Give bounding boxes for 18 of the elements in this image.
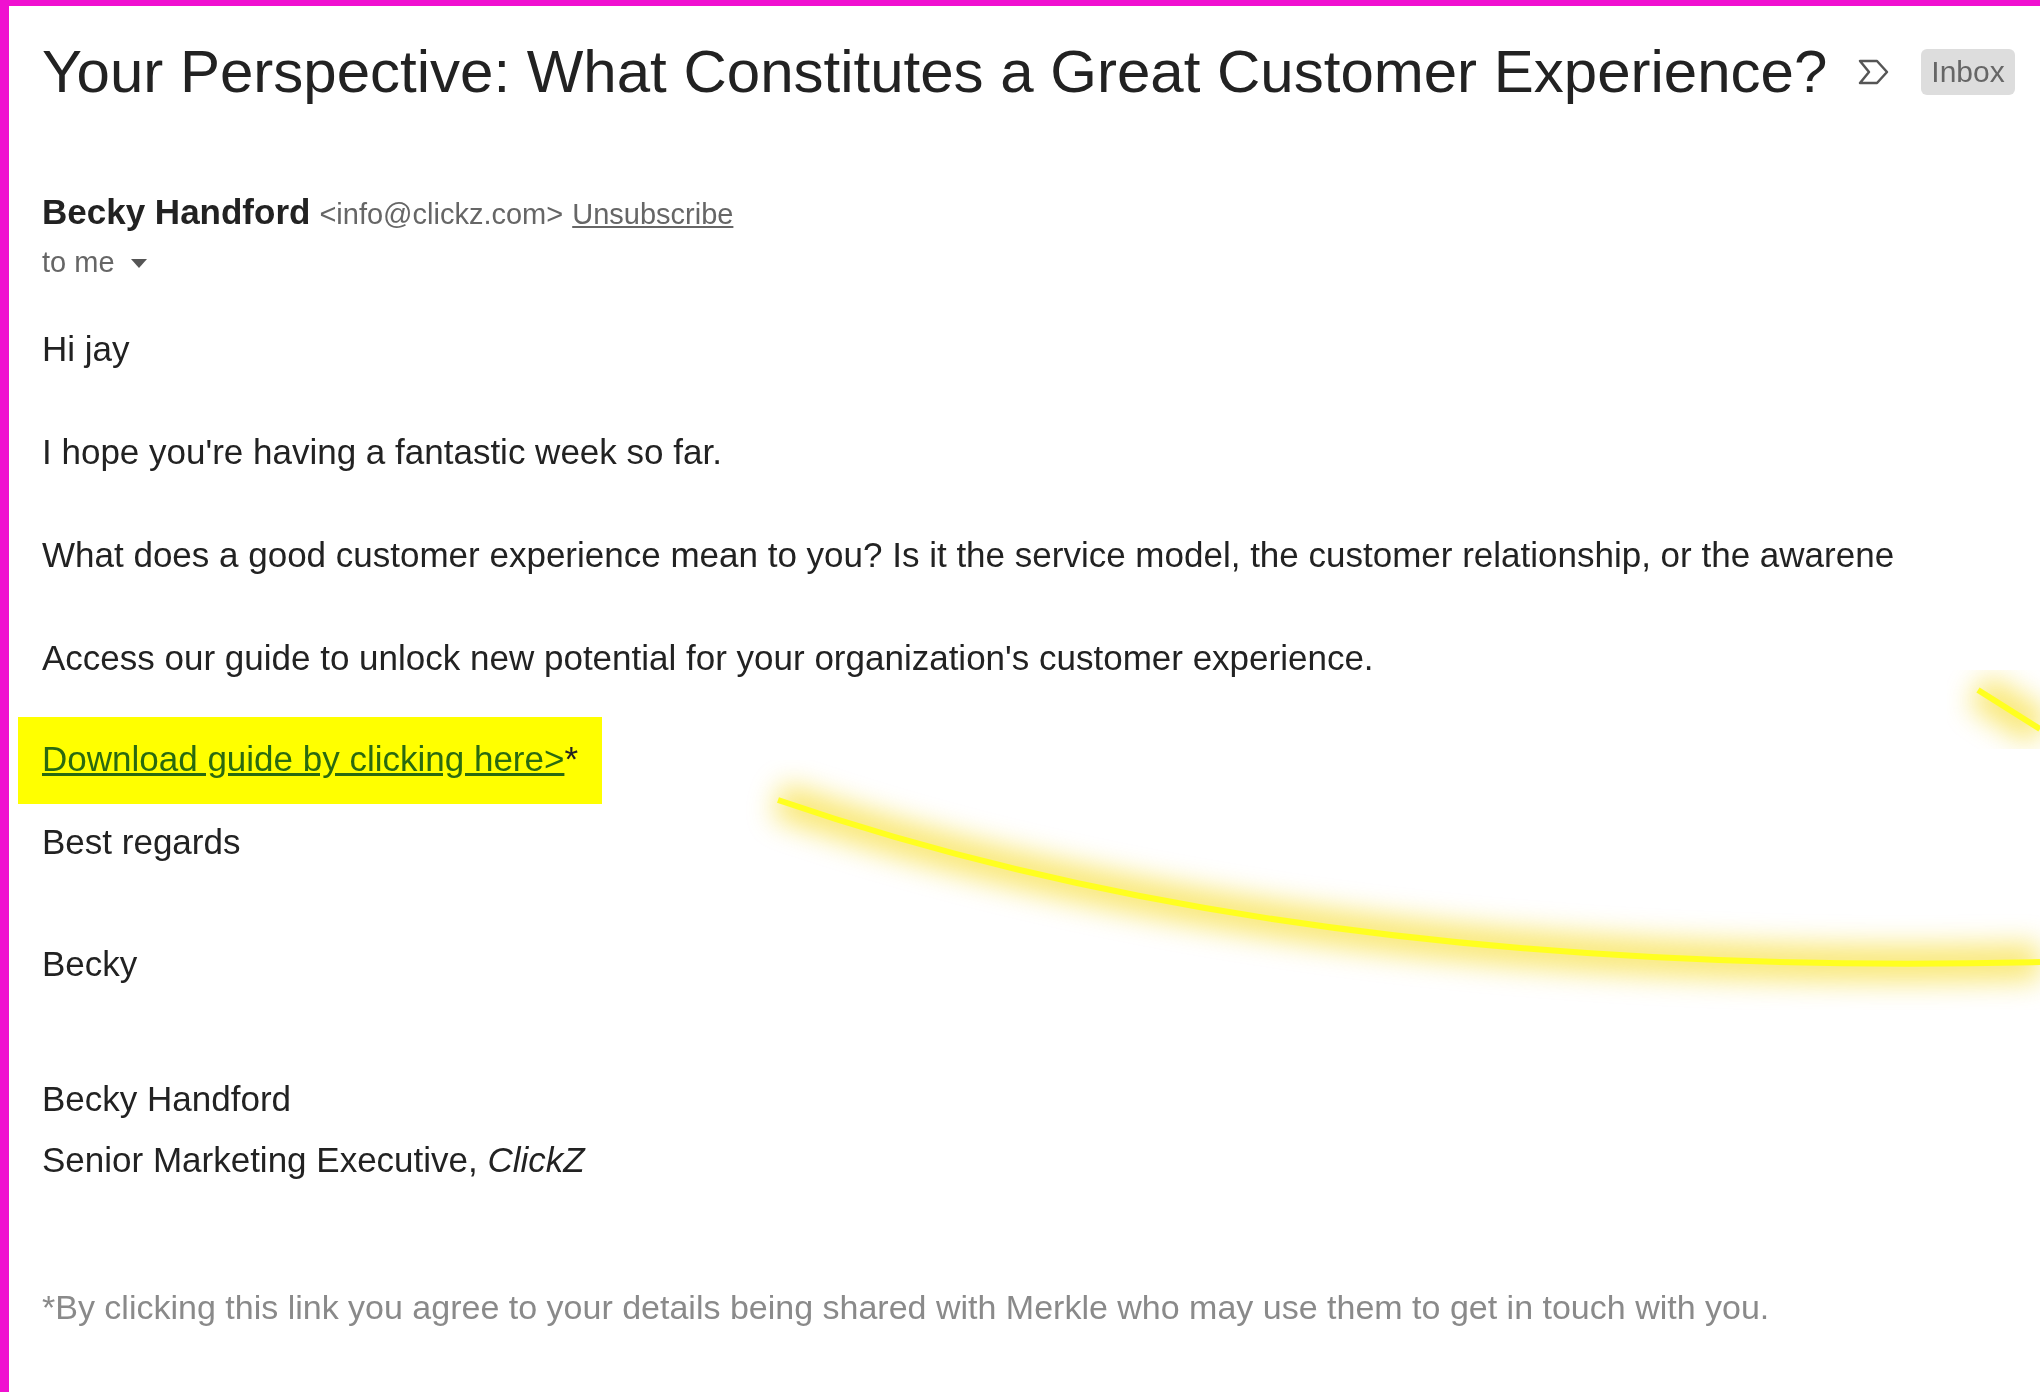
sender-address: <info@clickz.com> <box>319 198 564 231</box>
body-paragraph: I hope you're having a fantastic week so far. <box>42 432 723 472</box>
signature-title: Senior Marketing Executive, ClickZ <box>42 1139 587 1181</box>
greeting-text: Hi jay <box>42 329 131 369</box>
inbox-label[interactable]: Inbox <box>1921 49 2015 95</box>
recipient-text: to me <box>42 246 115 279</box>
email-subject: Your Perspective: What Constitutes a Great Customer Experience? <box>42 37 1828 107</box>
unsubscribe-link[interactable]: Unsubscribe <box>572 198 734 231</box>
dropdown-caret-icon[interactable] <box>128 256 149 269</box>
footnote-mark: * <box>564 739 579 778</box>
signature-name: Becky Handford <box>42 1078 293 1120</box>
body-paragraph: Access our guide to unlock new potential for your organization's customer experience. <box>42 638 1375 678</box>
sender-name: Becky Handford <box>42 192 311 232</box>
download-link[interactable]: Download guide by clicking here> <box>42 739 565 778</box>
signoff-text: Becky <box>42 944 139 984</box>
disclaimer-text: *By clicking this link you agree to your details being shared with Merkle who may use them to get in touch with you. <box>42 1288 1771 1327</box>
closing-text: Best regards <box>42 822 242 862</box>
body-paragraph: What does a good customer experience mean to you? Is it the service model, the customer relationship, or the awarene <box>42 535 1896 575</box>
